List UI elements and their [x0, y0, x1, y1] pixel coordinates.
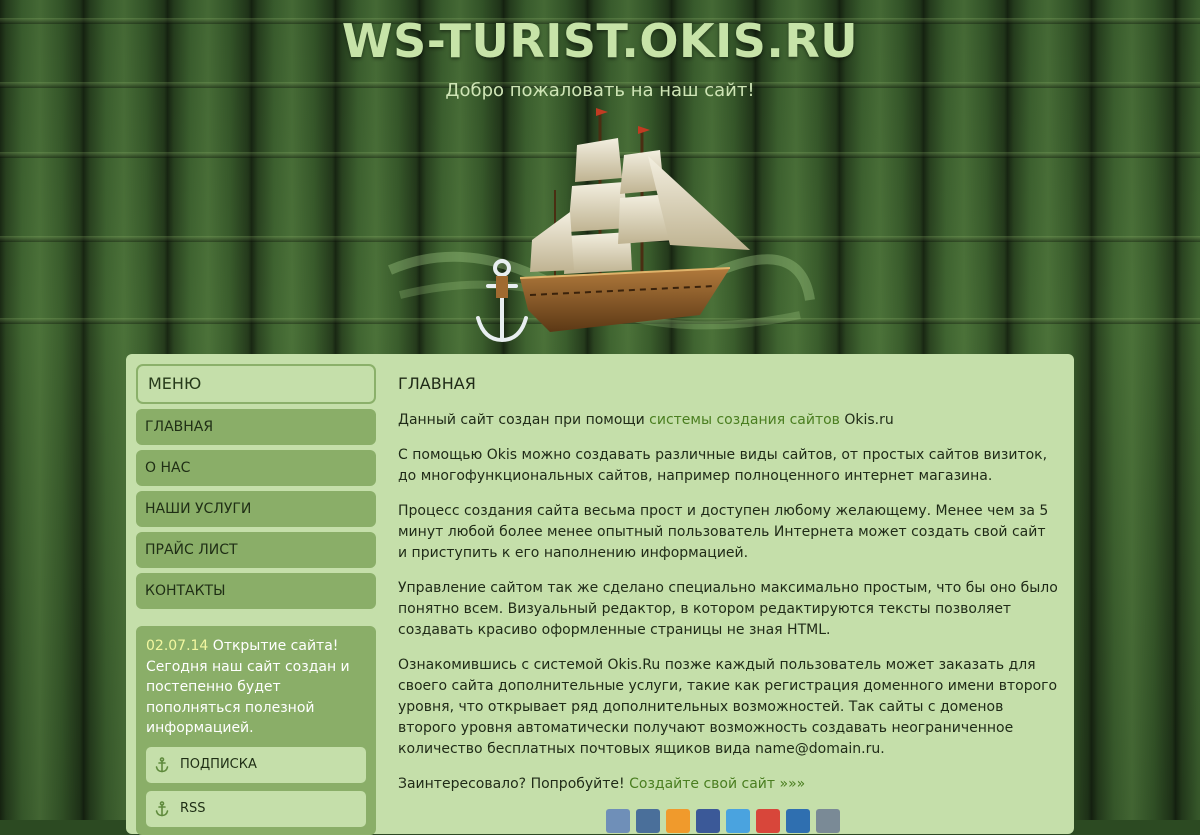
page-title: ГЛАВНАЯ: [398, 374, 476, 393]
nav-item-services[interactable]: НАШИ УСЛУГИ: [136, 491, 376, 527]
bookmark-icon[interactable]: [816, 809, 840, 833]
p1-text-end: Okis.ru: [839, 412, 894, 428]
ship-logo: [388, 108, 815, 343]
news-block: 02.07.14 Открытие сайта! Сегодня наш сай…: [136, 626, 376, 835]
nav-item-contacts[interactable]: КОНТАКТЫ: [136, 573, 376, 609]
content-panel: МЕНЮ ГЛАВНАЯ О НАС НАШИ УСЛУГИ ПРАЙС ЛИС…: [126, 354, 1074, 835]
subscribe-label: ПОДПИСКА: [180, 756, 257, 772]
paragraph-3: Процесс создания сайта весьма прост и до…: [398, 503, 1049, 561]
news-date[interactable]: 02.07.14: [146, 638, 208, 654]
odnoklassniki-icon[interactable]: [666, 809, 690, 833]
p1-text: Данный сайт создан при помощи: [398, 412, 650, 428]
googleplus-icon[interactable]: [756, 809, 780, 833]
facebook-icon[interactable]: [696, 809, 720, 833]
nav-item-price-list[interactable]: ПРАЙС ЛИСТ: [136, 532, 376, 568]
site-title[interactable]: WS-TURIST.OKIS.RU: [0, 14, 1200, 68]
p6-text: Заинтересовало? Попробуйте!: [398, 776, 630, 792]
paragraph-2: С помощью Okis можно создавать различные…: [398, 447, 1048, 484]
paragraph-5: Ознакомившись с системой Okis.Ru позже к…: [398, 657, 1058, 757]
mailru-icon[interactable]: [786, 809, 810, 833]
create-site-link[interactable]: Создайте свой сайт »»»: [629, 776, 805, 792]
sidebar: МЕНЮ ГЛАВНАЯ О НАС НАШИ УСЛУГИ ПРАЙС ЛИС…: [136, 364, 376, 835]
nav-item-home[interactable]: ГЛАВНАЯ: [136, 409, 376, 445]
anchor-icon: [155, 756, 169, 772]
anchor-icon: [155, 800, 169, 816]
site-subtitle: Добро пожаловать на наш сайт!: [445, 80, 755, 101]
subscribe-button[interactable]: ПОДПИСКА: [146, 746, 366, 783]
paragraph-6: Заинтересовало? Попробуйте! Создайте сво…: [398, 774, 1058, 795]
main-content: ГЛАВНАЯ Данный сайт создан при помощи си…: [398, 374, 1058, 833]
paragraph-4: Управление сайтом так же сделано специал…: [398, 580, 1058, 638]
livejournal-icon[interactable]: [606, 809, 630, 833]
rss-label: RSS: [180, 800, 206, 816]
site-builder-link[interactable]: системы создания сайтов: [649, 412, 840, 428]
menu-heading: МЕНЮ: [136, 364, 376, 404]
vkontakte-icon[interactable]: [636, 809, 660, 833]
paragraph-1: Данный сайт создан при помощи системы со…: [398, 410, 1058, 431]
twitter-icon[interactable]: [726, 809, 750, 833]
rss-button[interactable]: RSS: [146, 790, 366, 827]
share-buttons: [606, 809, 1058, 833]
news-item: 02.07.14 Открытие сайта! Сегодня наш сай…: [146, 636, 366, 739]
nav-item-about[interactable]: О НАС: [136, 450, 376, 486]
